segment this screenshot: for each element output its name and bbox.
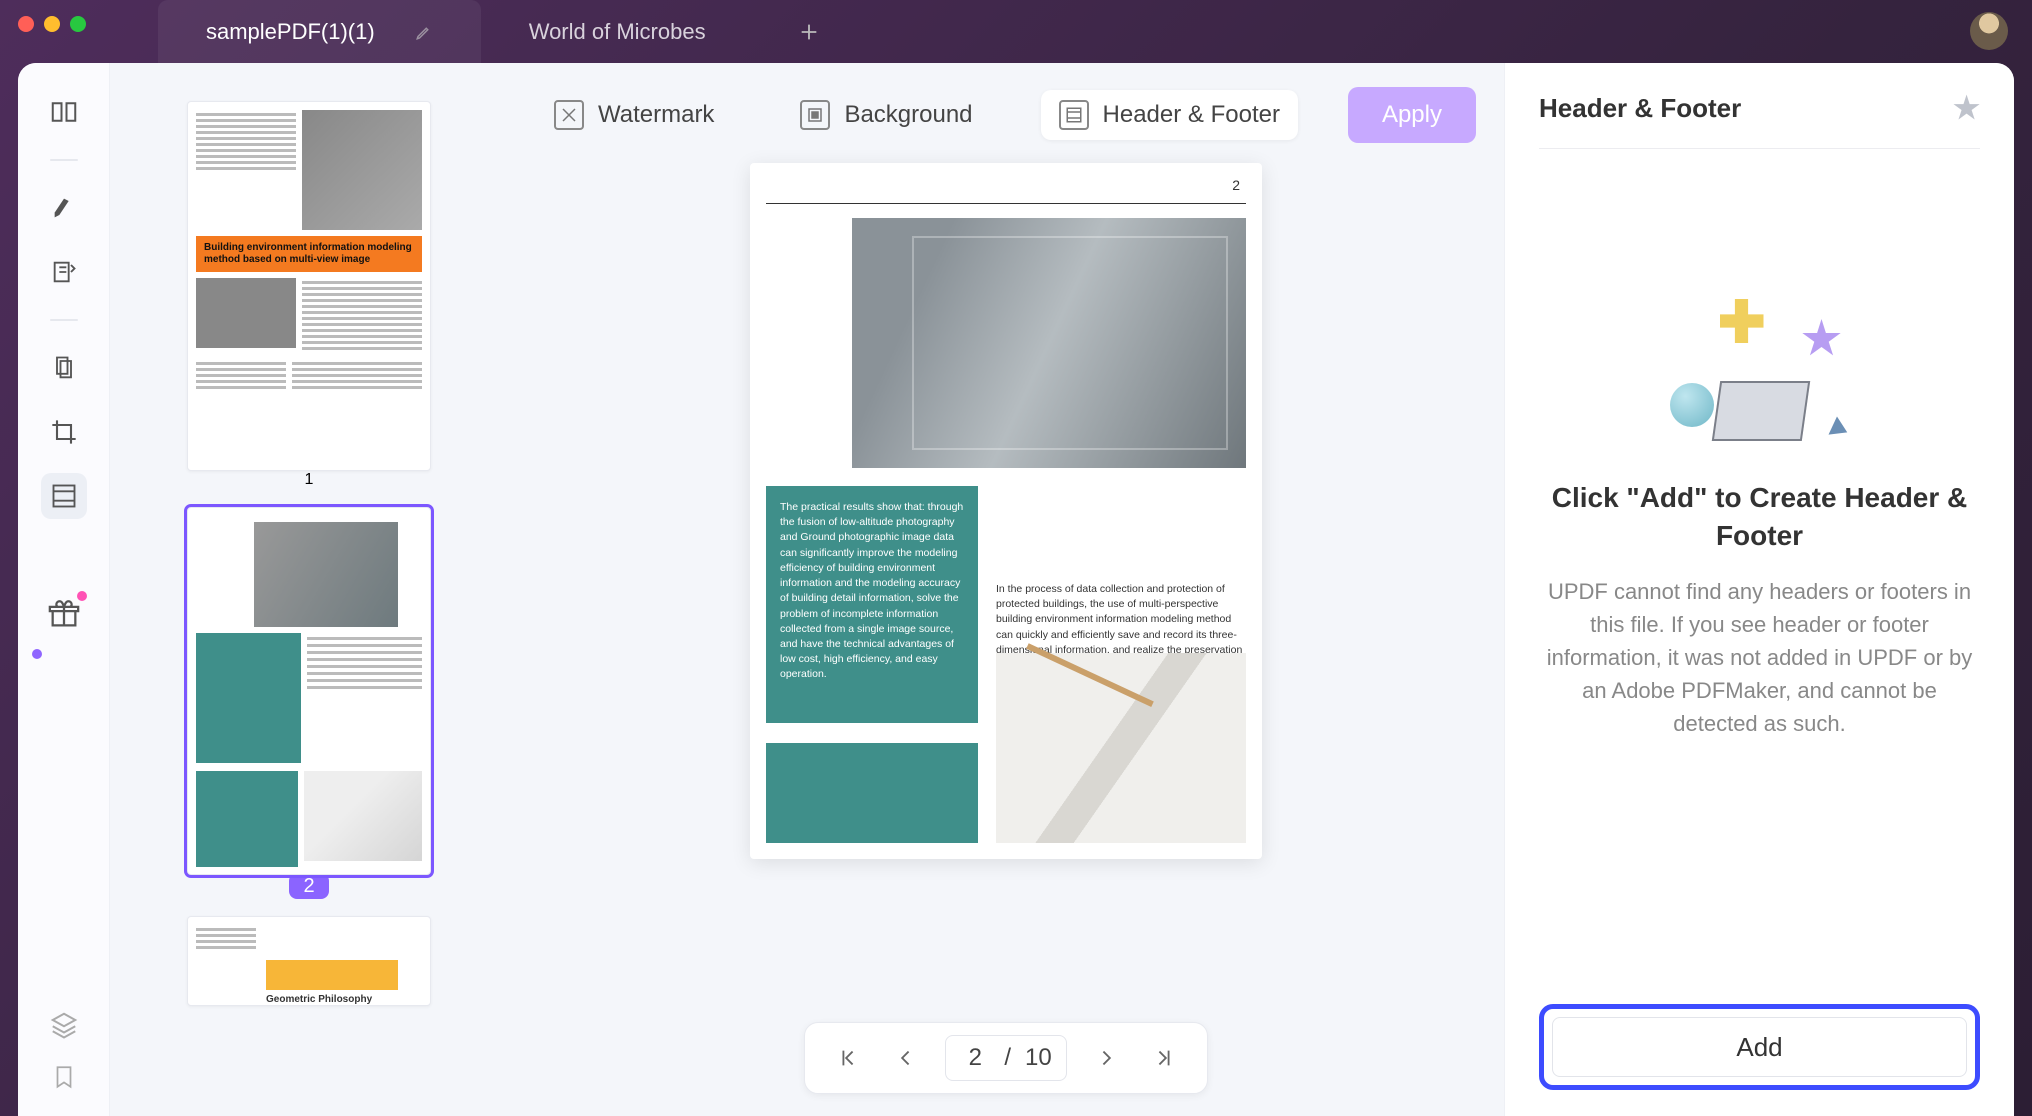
thumbnail-page-1[interactable]: Building environment information modelin… bbox=[187, 101, 431, 471]
sphere-shape-icon bbox=[1670, 383, 1714, 427]
gift-tool[interactable] bbox=[47, 597, 81, 631]
header-footer-label: Header & Footer bbox=[1103, 101, 1280, 129]
window-controls bbox=[18, 16, 86, 32]
watermark-icon bbox=[554, 100, 584, 130]
page-tools-toolbar: Watermark Background Header & Footer App… bbox=[536, 63, 1476, 163]
gift-icon bbox=[47, 597, 81, 631]
editor-area: Watermark Background Header & Footer App… bbox=[508, 63, 1504, 1116]
apply-label: Apply bbox=[1382, 101, 1442, 128]
highlighter-tool-icon[interactable] bbox=[41, 185, 87, 231]
empty-state-illustration bbox=[1670, 299, 1850, 449]
empty-state-body: UPDF cannot find any headers or footers … bbox=[1539, 575, 1980, 740]
minimize-window-icon[interactable] bbox=[44, 16, 60, 32]
close-window-icon[interactable] bbox=[18, 16, 34, 32]
header-rule bbox=[766, 203, 1246, 204]
separator bbox=[50, 319, 78, 321]
header-footer-icon bbox=[1059, 100, 1089, 130]
page-canvas[interactable]: 2 The practical results show that: throu… bbox=[750, 163, 1262, 859]
add-button[interactable]: Add bbox=[1552, 1017, 1967, 1077]
thumb3-title: Geometric Philosophy bbox=[266, 994, 422, 1005]
add-label: Add bbox=[1736, 1032, 1782, 1063]
thumbnail-page-3[interactable]: Geometric Philosophy bbox=[187, 916, 431, 1006]
thumbnail-panel: Building environment information modelin… bbox=[110, 63, 508, 1116]
notification-dot-icon bbox=[77, 591, 87, 601]
watermark-button[interactable]: Watermark bbox=[536, 90, 732, 140]
pencil-icon[interactable] bbox=[415, 23, 433, 41]
plus-shape-icon bbox=[1720, 299, 1764, 343]
star-shape-icon bbox=[1802, 319, 1842, 359]
reader-tool-icon[interactable] bbox=[41, 89, 87, 135]
tool-rail bbox=[18, 63, 110, 1116]
cursor-shape-icon bbox=[1828, 417, 1851, 442]
background-button[interactable]: Background bbox=[782, 90, 990, 140]
tab-bar: samplePDF(1)(1) World of Microbes bbox=[158, 0, 834, 63]
teal-square bbox=[766, 743, 978, 843]
add-button-highlight: Add bbox=[1539, 1004, 1980, 1090]
first-page-button[interactable] bbox=[833, 1043, 863, 1073]
crop-tool-icon[interactable] bbox=[41, 409, 87, 455]
page-separator: / bbox=[1004, 1044, 1011, 1072]
last-page-button[interactable] bbox=[1149, 1043, 1179, 1073]
cube-shape-icon bbox=[1711, 381, 1809, 441]
thumb-banner: Building environment information modelin… bbox=[196, 236, 422, 272]
watermark-label: Watermark bbox=[598, 101, 714, 129]
total-pages: 10 bbox=[1025, 1044, 1052, 1072]
teal-text-block: The practical results show that: through… bbox=[766, 486, 978, 723]
avatar[interactable] bbox=[1970, 12, 2008, 50]
background-icon bbox=[800, 100, 830, 130]
hero-image bbox=[852, 218, 1246, 468]
right-panel: Header & Footer ★ Click "Add" to Create … bbox=[1504, 63, 2014, 1116]
tab-title: samplePDF(1)(1) bbox=[206, 19, 375, 45]
page-tools-icon[interactable] bbox=[41, 473, 87, 519]
organize-tool-icon[interactable] bbox=[41, 345, 87, 391]
tab-active[interactable]: samplePDF(1)(1) bbox=[158, 0, 481, 63]
tab-inactive[interactable]: World of Microbes bbox=[481, 0, 754, 63]
active-indicator-icon bbox=[32, 649, 42, 659]
app-surface: Building environment information modelin… bbox=[18, 63, 2014, 1116]
separator bbox=[50, 159, 78, 161]
thumb-page-number: 2 bbox=[289, 875, 328, 898]
apply-button[interactable]: Apply bbox=[1348, 87, 1476, 143]
page-navigator: 2 / 10 bbox=[804, 1022, 1207, 1094]
current-page: 2 bbox=[960, 1044, 990, 1072]
layers-icon[interactable] bbox=[49, 1010, 79, 1040]
prev-page-button[interactable] bbox=[889, 1043, 919, 1073]
header-footer-button[interactable]: Header & Footer bbox=[1041, 90, 1298, 140]
empty-state-heading: Click "Add" to Create Header & Footer bbox=[1539, 479, 1980, 555]
next-page-button[interactable] bbox=[1093, 1043, 1123, 1073]
pencil-image bbox=[996, 653, 1246, 843]
page-input[interactable]: 2 / 10 bbox=[945, 1035, 1066, 1081]
tab-title: World of Microbes bbox=[529, 19, 706, 45]
edit-tool-icon[interactable] bbox=[41, 249, 87, 295]
background-label: Background bbox=[844, 101, 972, 129]
star-icon[interactable]: ★ bbox=[1953, 91, 1980, 126]
fullscreen-window-icon[interactable] bbox=[70, 16, 86, 32]
new-tab-button[interactable] bbox=[784, 7, 834, 57]
panel-title: Header & Footer bbox=[1539, 93, 1741, 124]
thumb-page-number: 1 bbox=[305, 471, 314, 489]
bookmark-icon[interactable] bbox=[51, 1062, 77, 1092]
thumbnail-page-2[interactable] bbox=[187, 507, 431, 875]
page-number-header: 2 bbox=[1232, 177, 1240, 193]
